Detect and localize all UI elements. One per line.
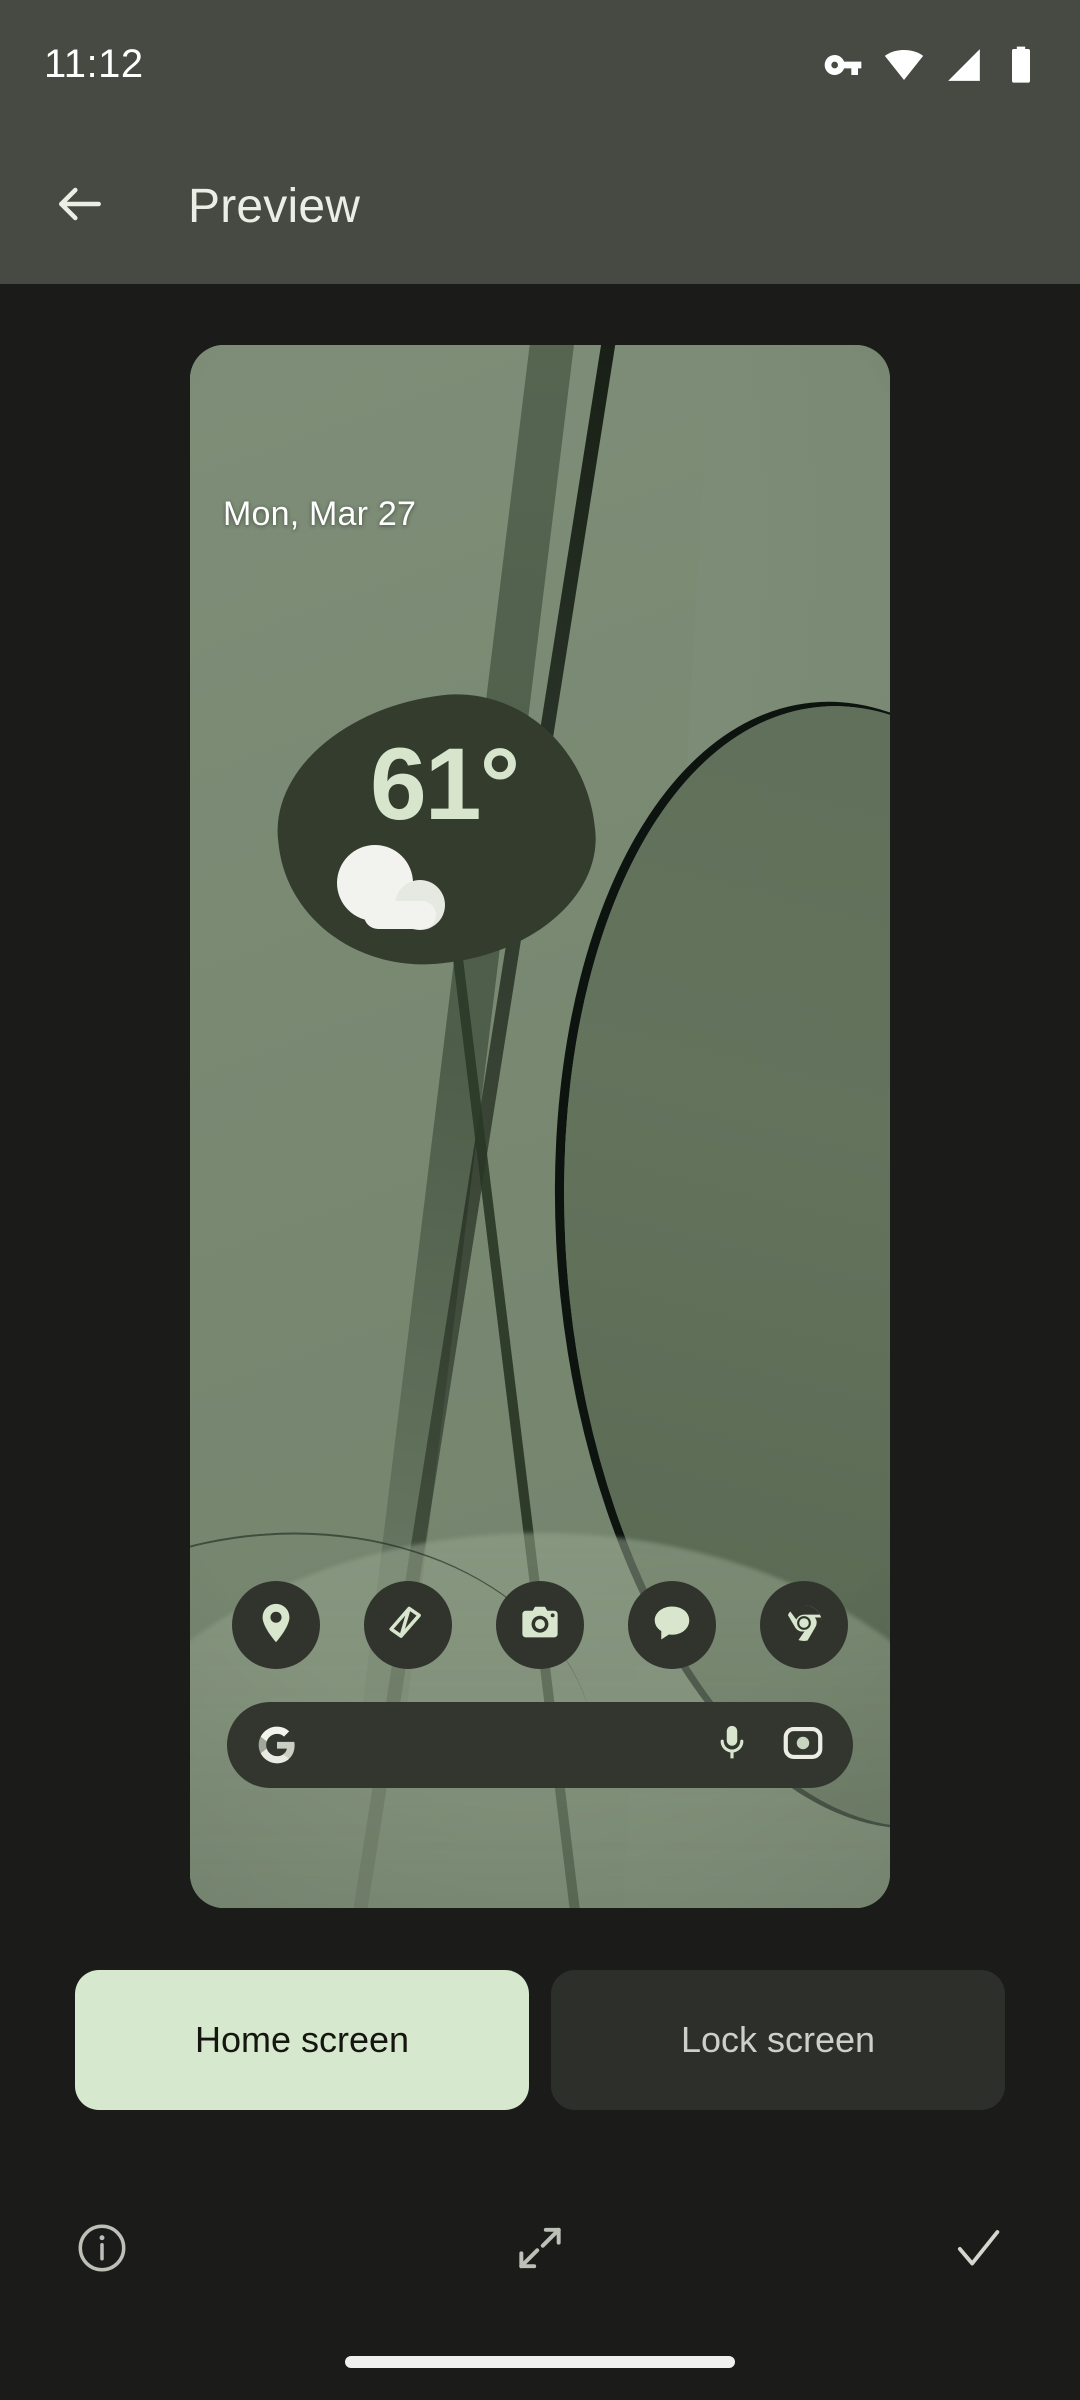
fullscreen-button[interactable] [500, 2210, 580, 2290]
home-gesture-bar[interactable] [345, 2356, 735, 2368]
cloud-icon [328, 843, 458, 933]
search-action-group [711, 1721, 825, 1770]
apply-button[interactable] [938, 2210, 1018, 2290]
battery-icon [1004, 45, 1038, 85]
cellular-signal-icon [945, 46, 983, 84]
info-button[interactable] [62, 2210, 142, 2290]
microphone-icon[interactable] [711, 1722, 753, 1769]
camera-icon [517, 1600, 563, 1651]
dock-item-photos[interactable] [364, 1581, 452, 1669]
google-g-icon [255, 1723, 299, 1767]
page-title: Preview [188, 179, 361, 233]
dock-item-camera[interactable] [496, 1581, 584, 1669]
wallpaper-preview-card[interactable]: Mon, Mar 27 61° [190, 345, 890, 1908]
back-button[interactable] [38, 164, 122, 248]
wallpaper-vignette [190, 345, 890, 1908]
status-time: 11:12 [44, 42, 144, 86]
google-search-bar[interactable] [227, 1702, 853, 1788]
maps-pin-icon [253, 1600, 299, 1651]
info-icon [74, 2220, 130, 2281]
status-bar: 11:12 [0, 0, 1080, 128]
vpn-key-icon [823, 45, 863, 85]
screen-toggle-group: Home screen Lock screen [75, 1970, 1005, 2110]
weather-widget[interactable]: 61° [262, 678, 610, 982]
preview-bottom-toolbar [0, 2185, 1080, 2315]
lockscreen-date-text: Mon, Mar 27 [223, 495, 417, 533]
preview-screen: 11:12 Preview Mon, Mar 27 61° Home scree… [0, 0, 1080, 2400]
chrome-icon [781, 1600, 827, 1651]
status-icon-group [823, 44, 1038, 86]
wallpaper-image [190, 345, 890, 1908]
home-dock [190, 1577, 890, 1673]
check-icon [949, 2219, 1007, 2282]
toggle-lock-screen[interactable]: Lock screen [551, 1970, 1005, 2110]
dock-item-messages[interactable] [628, 1581, 716, 1669]
app-bar: Preview [0, 128, 1080, 284]
arrow-back-icon [52, 176, 108, 237]
photos-icon [385, 1600, 431, 1651]
dock-item-maps[interactable] [232, 1581, 320, 1669]
toggle-home-screen[interactable]: Home screen [75, 1970, 529, 2110]
expand-fullscreen-icon [512, 2220, 568, 2281]
google-lens-icon[interactable] [781, 1721, 825, 1770]
dock-item-chrome[interactable] [760, 1581, 848, 1669]
weather-temperature: 61° [370, 727, 520, 841]
wifi-icon [884, 45, 924, 85]
messages-icon [649, 1600, 695, 1651]
